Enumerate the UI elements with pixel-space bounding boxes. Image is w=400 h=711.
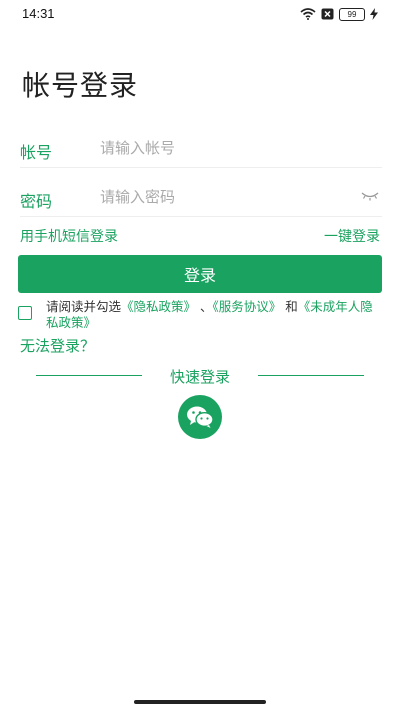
status-time: 14:31 xyxy=(22,6,55,21)
login-button[interactable]: 登录 xyxy=(18,255,382,293)
divider-right xyxy=(258,375,364,376)
password-row: 密码 xyxy=(20,180,382,217)
agreement-prefix: 请阅读并勾选 xyxy=(46,299,122,314)
agreement-and: 和 xyxy=(281,299,298,314)
battery-level: 99 xyxy=(347,9,357,19)
privacy-policy-link[interactable]: 《隐私政策》 xyxy=(121,299,196,314)
close-box-icon xyxy=(321,8,334,20)
battery-icon: 99 xyxy=(339,7,365,21)
agreement-checkbox[interactable] xyxy=(18,306,32,320)
quick-login-label: 快速登录 xyxy=(169,368,230,386)
agreement-sep: 、 xyxy=(196,299,213,314)
wechat-icon xyxy=(187,406,214,428)
eye-closed-icon[interactable] xyxy=(360,188,380,202)
page-title: 帐号登录 xyxy=(22,69,139,102)
charging-icon xyxy=(370,8,378,20)
account-row: 帐号 xyxy=(20,131,382,168)
account-input[interactable] xyxy=(100,135,350,161)
wifi-icon xyxy=(300,8,316,20)
account-label: 帐号 xyxy=(20,143,53,162)
wechat-login-button[interactable] xyxy=(178,395,222,439)
password-label: 密码 xyxy=(20,192,53,211)
status-icons: 99 xyxy=(300,6,378,22)
status-bar: 14:31 99 xyxy=(0,0,400,28)
one-click-login-link[interactable]: 一键登录 xyxy=(324,226,380,246)
sms-login-link[interactable]: 用手机短信登录 xyxy=(20,226,118,246)
home-indicator[interactable] xyxy=(134,700,266,704)
cant-login-link[interactable]: 无法登录？ xyxy=(20,335,95,356)
agreement-text: 请阅读并勾选《隐私政策》 、《服务协议》 和《未成年人隐私政策》 xyxy=(46,299,382,331)
service-agreement-link[interactable]: 《服务协议》 xyxy=(213,299,282,314)
password-input[interactable] xyxy=(100,184,350,210)
